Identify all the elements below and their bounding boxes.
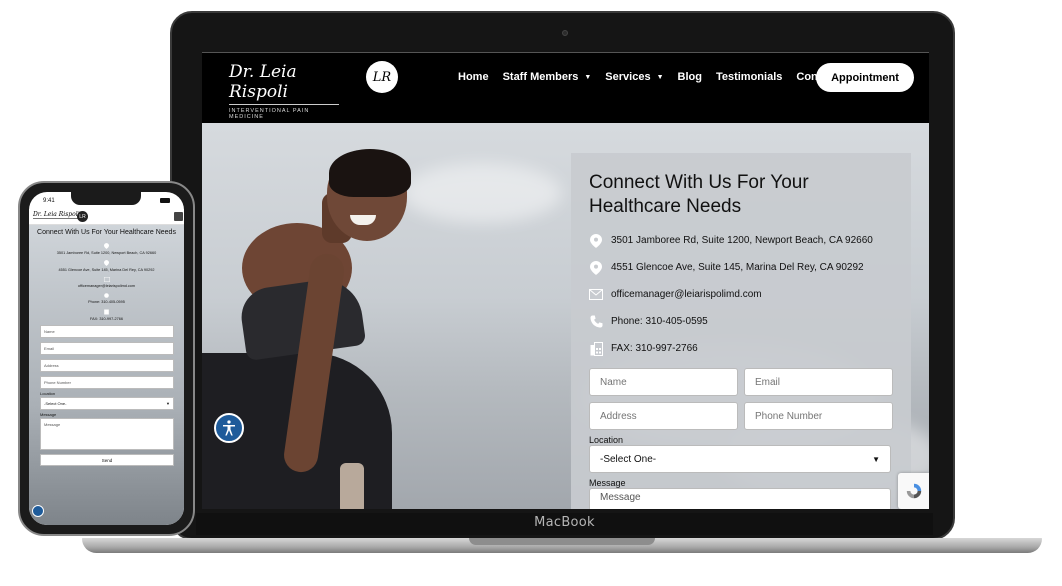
phone-icon — [29, 293, 184, 298]
mobile-location-select[interactable]: -Select One- ▼ — [40, 397, 174, 410]
mobile-logo-mark[interactable]: LR — [77, 211, 88, 222]
accessibility-icon[interactable] — [32, 505, 44, 517]
accessibility-button[interactable] — [214, 413, 244, 443]
mobile-phone[interactable]: Phone: 310-405-0595 — [29, 300, 184, 304]
nav-blog[interactable]: Blog — [678, 71, 702, 83]
mobile-email[interactable]: officemanager@leiarispolimd.com — [29, 284, 184, 288]
fax-icon — [29, 309, 184, 315]
chevron-down-icon: ▼ — [166, 401, 170, 406]
address-1: 3501 Jamboree Rd, Suite 1200, Newport Be… — [611, 235, 873, 246]
laptop-brand-label: MacBook — [534, 515, 595, 530]
mobile-address-1: 3501 Jamboree Rd, Suite 1200, Newport Be… — [56, 251, 157, 255]
nav-services[interactable]: Services ▼ — [605, 71, 663, 83]
contact-form — [589, 368, 893, 430]
nav-testimonials[interactable]: Testimonials — [716, 71, 782, 83]
main-nav: Home Staff Members ▼ Services ▼ Blog Testi… — [458, 71, 851, 83]
mobile-logo[interactable]: Dr. Leia Rispoli — [33, 211, 80, 219]
fax-icon — [589, 341, 603, 356]
logo-tagline: INTERVENTIONAL PAIN MEDICINE — [229, 108, 310, 120]
accessibility-icon — [223, 420, 235, 436]
phone-icon — [589, 315, 603, 329]
mobile-email-field[interactable]: Email — [40, 342, 174, 355]
contact-card: Connect With Us For Your Healthcare Need… — [571, 153, 911, 509]
mobile-location-value: -Select One- — [44, 401, 67, 406]
name-field[interactable] — [589, 368, 738, 396]
location-pin-icon — [589, 233, 603, 248]
contact-title: Connect With Us For Your Healthcare Need… — [589, 172, 809, 217]
recaptcha-icon — [906, 483, 921, 499]
photo-water-bottle — [340, 463, 364, 509]
phone-notch — [71, 192, 141, 205]
hamburger-menu-icon[interactable] — [174, 212, 183, 221]
photo-hair — [329, 149, 411, 197]
email-icon — [589, 288, 603, 302]
mobile-send-button[interactable]: Send — [40, 454, 174, 466]
laptop-camera — [562, 30, 568, 36]
location-select[interactable]: -Select One- ▼ — [589, 445, 891, 473]
phone-frame: 9:41 Dr. Leia Rispoli LR Connect With Us… — [18, 181, 195, 536]
site-header: Dr. Leia Rispoli INTERVENTIONAL PAIN MED… — [202, 52, 929, 123]
laptop-hinge-notch — [469, 538, 655, 545]
chevron-down-icon: ▼ — [872, 454, 880, 464]
mobile-location-label: Location — [40, 391, 56, 396]
cloud-decoration — [402, 163, 562, 223]
logo-mark[interactable]: LR — [366, 61, 398, 93]
nav-staff-members-label: Staff Members — [502, 71, 579, 83]
phone-field[interactable] — [744, 402, 893, 430]
fax-row: FAX: 310-997-2766 — [589, 335, 893, 362]
location-selected-value: -Select One- — [600, 453, 657, 465]
nav-home-label: Home — [458, 71, 489, 83]
nav-blog-label: Blog — [677, 71, 702, 83]
address-field[interactable] — [589, 402, 738, 430]
phone-number[interactable]: Phone: 310-405-0595 — [611, 316, 708, 327]
chevron-down-icon: ▼ — [656, 73, 664, 81]
nav-staff-members[interactable]: Staff Members ▼ — [503, 71, 592, 83]
email-link[interactable]: officemanager@leiarispolimd.com — [611, 289, 762, 300]
mobile-fax: FAX: 310-997-2766 — [90, 317, 123, 321]
mobile-phone-field[interactable]: Phone Number — [40, 376, 174, 389]
address-row-2: 4551 Glencoe Ave, Suite 145, Marina Del … — [589, 254, 893, 281]
message-field[interactable]: Message — [589, 488, 891, 509]
laptop-chin: MacBook — [196, 513, 933, 535]
laptop-base — [82, 538, 1042, 553]
message-label: Message — [589, 478, 626, 488]
phone-screen: 9:41 Dr. Leia Rispoli LR Connect With Us… — [29, 192, 184, 525]
appointment-button[interactable]: Appointment — [816, 63, 914, 92]
mobile-header: Dr. Leia Rispoli LR — [29, 209, 184, 225]
mobile-name-field[interactable]: Name — [40, 325, 174, 338]
battery-icon — [160, 198, 170, 203]
location-pin-icon — [29, 260, 184, 266]
email-row: officemanager@leiarispolimd.com — [589, 281, 893, 308]
nav-services-label: Services — [605, 71, 651, 83]
nav-testimonials-label: Testimonials — [715, 71, 783, 83]
address-row-1: 3501 Jamboree Rd, Suite 1200, Newport Be… — [589, 227, 893, 254]
mobile-message-label: Message — [40, 412, 57, 417]
hero-section: Connect With Us For Your Healthcare Need… — [202, 123, 929, 509]
location-label: Location — [589, 435, 624, 445]
recaptcha-badge[interactable] — [898, 473, 929, 509]
nav-home[interactable]: Home — [458, 71, 489, 83]
site-logo[interactable]: Dr. Leia Rispoli INTERVENTIONAL PAIN MED… — [229, 62, 339, 120]
address-2: 4551 Glencoe Ave, Suite 145, Marina Del … — [611, 262, 864, 273]
phone-row: Phone: 310-405-0595 — [589, 308, 893, 335]
laptop-frame: Dr. Leia Rispoli INTERVENTIONAL PAIN MED… — [170, 11, 955, 540]
laptop-screen: Dr. Leia Rispoli INTERVENTIONAL PAIN MED… — [202, 52, 929, 509]
mobile-contact-section: Connect With Us For Your Healthcare Need… — [29, 225, 184, 525]
logo-name: Dr. Leia Rispoli — [229, 62, 339, 105]
status-time: 9:41 — [43, 197, 55, 204]
email-icon — [29, 277, 184, 282]
mobile-address-2: 4551 Glencoe Ave, Suite 145, Marina Del … — [58, 268, 155, 272]
mobile-contact-title: Connect With Us For Your Healthcare Need… — [37, 229, 176, 236]
location-pin-icon — [589, 260, 603, 275]
mobile-address-field[interactable]: Address — [40, 359, 174, 372]
email-field[interactable] — [744, 368, 893, 396]
fax-number: FAX: 310-997-2766 — [611, 343, 698, 354]
location-pin-icon — [29, 243, 184, 249]
chevron-down-icon: ▼ — [584, 73, 592, 81]
mobile-message-field[interactable]: Message — [40, 418, 174, 450]
